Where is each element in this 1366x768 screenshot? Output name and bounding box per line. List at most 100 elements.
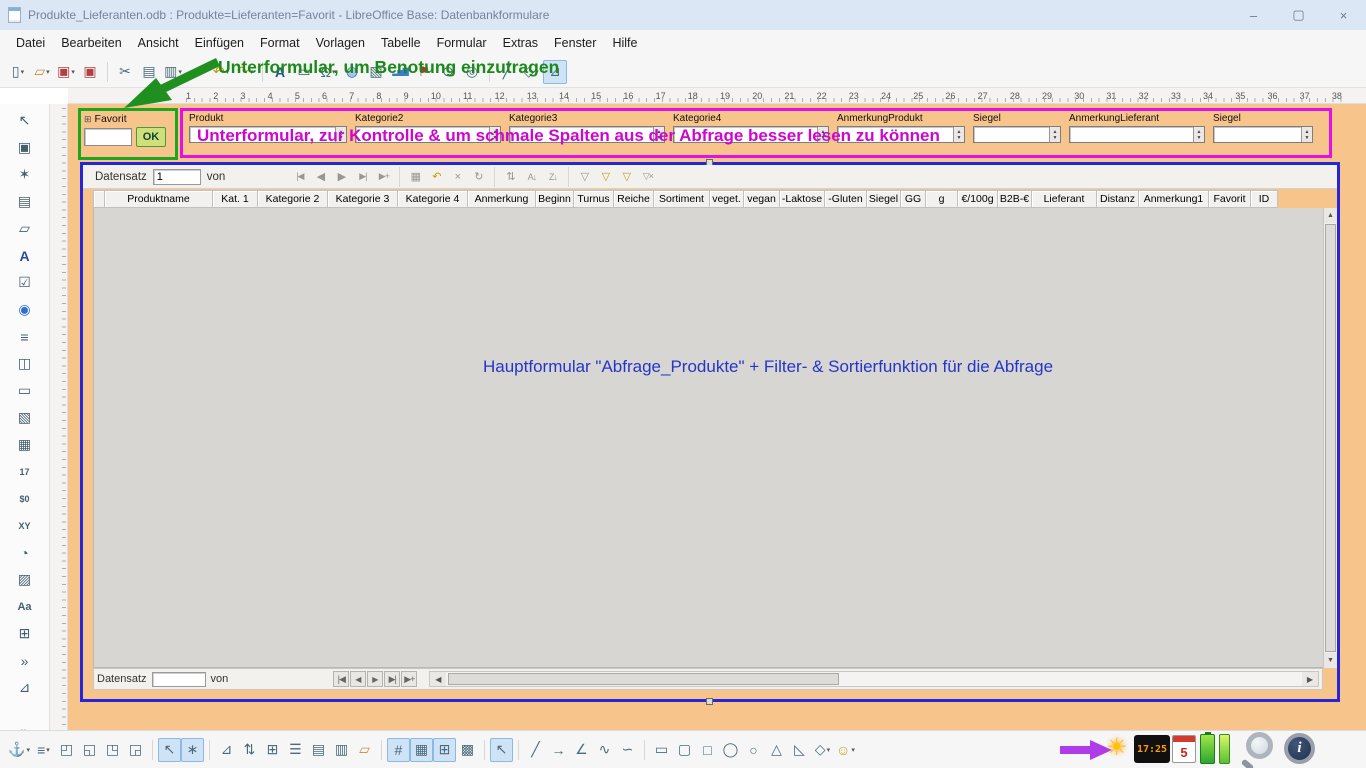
date-field-icon[interactable]: ▦ xyxy=(12,432,38,457)
dropdown-arrow-icon[interactable]: ▾ xyxy=(21,68,25,76)
minimize-icon[interactable]: – xyxy=(1231,0,1276,30)
apply-filter-icon[interactable]: ▽ xyxy=(595,167,616,187)
control-wizard-icon[interactable]: ✶ xyxy=(12,162,38,187)
column-header[interactable]: -Laktose xyxy=(780,190,825,208)
scroll-right-icon[interactable]: ▶ xyxy=(1302,672,1318,686)
vertical-scrollbar[interactable]: ▲ ▼ xyxy=(1323,208,1337,668)
spinner-buttons-icon[interactable]: ▲▼ xyxy=(1049,127,1060,142)
rectangle-icon[interactable]: ▭ xyxy=(650,738,673,762)
currency-field-icon[interactable]: $0 xyxy=(12,486,38,511)
spin-field[interactable]: ▲▼ xyxy=(509,126,665,143)
bring-to-front-icon[interactable]: ◰ xyxy=(55,738,78,762)
spinner-buttons-icon[interactable]: ▲▼ xyxy=(489,127,500,142)
dropdown-arrow-icon[interactable]: ▾ xyxy=(250,68,254,76)
form-properties-icon[interactable]: ▤ xyxy=(307,738,330,762)
symbol-shapes-icon[interactable]: ☺▾ xyxy=(834,738,857,762)
spin-field-value[interactable] xyxy=(974,127,1049,142)
spin-field[interactable]: ▲▼ xyxy=(1213,126,1313,143)
form-navigator-icon[interactable]: ☰ xyxy=(284,738,307,762)
select-icon[interactable]: ↖ xyxy=(12,108,38,133)
time-field-icon[interactable]: ◔ xyxy=(12,540,38,565)
spin-field-value[interactable] xyxy=(190,127,335,142)
ellipse-icon[interactable]: ◯ xyxy=(719,738,742,762)
dropdown-arrow-icon[interactable]: ▾ xyxy=(26,746,30,754)
label-field-icon[interactable]: ▱ xyxy=(12,216,38,241)
menu-hilfe[interactable]: Hilfe xyxy=(604,32,645,54)
spin-field[interactable]: ▲▼ xyxy=(355,126,501,143)
spin-field-value[interactable] xyxy=(838,127,953,142)
image-control-icon[interactable]: ▨ xyxy=(12,567,38,592)
insert-line-icon[interactable]: ╱ xyxy=(495,60,519,84)
calendar-tray-icon[interactable]: 5 xyxy=(1172,735,1196,763)
curve-icon[interactable]: ∿ xyxy=(593,738,616,762)
polyline-icon[interactable]: ∠ xyxy=(570,738,593,762)
spinner-buttons-icon[interactable]: ▲▼ xyxy=(953,127,964,142)
next-icon[interactable]: ▶ xyxy=(367,671,383,687)
column-header[interactable]: Kategorie 2 xyxy=(258,190,328,208)
sort-icon[interactable]: ⇅ xyxy=(500,167,521,187)
column-header[interactable]: Distanz xyxy=(1097,190,1139,208)
horizontal-scrollbar[interactable]: ◀ ▶ xyxy=(429,671,1319,687)
navigation-bar-icon[interactable]: » xyxy=(12,648,38,673)
line-arrow-icon[interactable]: → xyxy=(547,738,570,762)
column-header[interactable]: Kategorie 4 xyxy=(398,190,468,208)
column-header[interactable]: ID xyxy=(1251,190,1278,208)
menu-datei[interactable]: Datei xyxy=(8,32,53,54)
basic-shapes-icon[interactable]: ◇▾ xyxy=(519,60,543,84)
column-header[interactable]: Produktname xyxy=(105,190,213,208)
hyperlink-icon[interactable]: ◍ xyxy=(340,60,364,84)
font-settings-icon[interactable]: Aa xyxy=(12,594,38,619)
spinner-buttons-icon[interactable]: ▲▼ xyxy=(653,127,664,142)
line-icon[interactable]: ╱ xyxy=(524,738,547,762)
dropdown-arrow-icon[interactable]: ▾ xyxy=(827,746,831,754)
spin-field-value[interactable] xyxy=(674,127,817,142)
square-icon[interactable]: □ xyxy=(696,738,719,762)
record-number-input[interactable] xyxy=(153,169,201,185)
control-properties-icon[interactable]: ▥ xyxy=(330,738,353,762)
comment-icon[interactable]: ⊙ xyxy=(436,60,460,84)
cut-icon[interactable]: ✂ xyxy=(113,60,137,84)
info-icon[interactable]: i xyxy=(1284,733,1315,764)
column-header[interactable]: g xyxy=(926,190,958,208)
weather-sun-icon[interactable]: ☀ xyxy=(1106,733,1128,762)
combo-box-icon[interactable]: ◫ xyxy=(12,351,38,376)
reset-filter-icon[interactable]: ▽× xyxy=(637,167,658,187)
edit-points-icon[interactable]: ∗ xyxy=(181,738,204,762)
push-button-icon[interactable]: ▭ xyxy=(12,378,38,403)
last-icon[interactable]: ▶| xyxy=(384,671,400,687)
design-mode-toggle-icon[interactable]: ⊿ xyxy=(215,738,238,762)
save-record-icon[interactable]: ▦ xyxy=(405,167,426,187)
battery-icon[interactable] xyxy=(1200,734,1215,764)
form-filter-icon[interactable]: ▽ xyxy=(616,167,637,187)
menu-fenster[interactable]: Fenster xyxy=(546,32,604,54)
right-triangle-icon[interactable]: ◺ xyxy=(788,738,811,762)
first-icon[interactable]: |◀ xyxy=(289,167,310,187)
form-properties-icon[interactable]: ▤ xyxy=(12,189,38,214)
menu-bearbeiten[interactable]: Bearbeiten xyxy=(53,32,129,54)
menu-tabelle[interactable]: Tabelle xyxy=(373,32,429,54)
dropdown-arrow-icon[interactable]: ▾ xyxy=(71,68,75,76)
column-header[interactable]: Anmerkung xyxy=(468,190,536,208)
last-icon[interactable]: ▶| xyxy=(352,167,373,187)
dropdown-arrow-icon[interactable]: ▾ xyxy=(851,746,855,754)
scroll-down-icon[interactable]: ▼ xyxy=(1324,653,1337,668)
column-header[interactable]: Kat. 1 xyxy=(213,190,258,208)
row-selector-header[interactable] xyxy=(93,190,105,208)
spin-field-value[interactable] xyxy=(356,127,489,142)
first-icon[interactable]: |◀ xyxy=(333,671,349,687)
spin-field[interactable]: ▲▼ xyxy=(1069,126,1205,143)
display-grid-icon[interactable]: ▦ xyxy=(410,738,433,762)
check-box-icon[interactable]: ☑ xyxy=(12,270,38,295)
column-header[interactable]: GG xyxy=(901,190,926,208)
save-document-icon[interactable]: ▣▾ xyxy=(54,60,78,84)
clock-tray-icon[interactable]: 17:25 xyxy=(1134,735,1170,763)
numeric-field-icon[interactable]: 17 xyxy=(12,459,38,484)
dropdown-arrow-icon[interactable]: ▾ xyxy=(46,68,50,76)
open-document-icon[interactable]: ▱▾ xyxy=(30,60,54,84)
menu-vorlagen[interactable]: Vorlagen xyxy=(308,32,373,54)
new-document-icon[interactable]: ▯▾ xyxy=(6,60,30,84)
sort-asc-icon[interactable]: A↓ xyxy=(521,167,542,187)
select-icon[interactable]: ↖ xyxy=(158,738,181,762)
table-body[interactable] xyxy=(93,208,1323,668)
add-field-icon[interactable]: ⊞ xyxy=(261,738,284,762)
